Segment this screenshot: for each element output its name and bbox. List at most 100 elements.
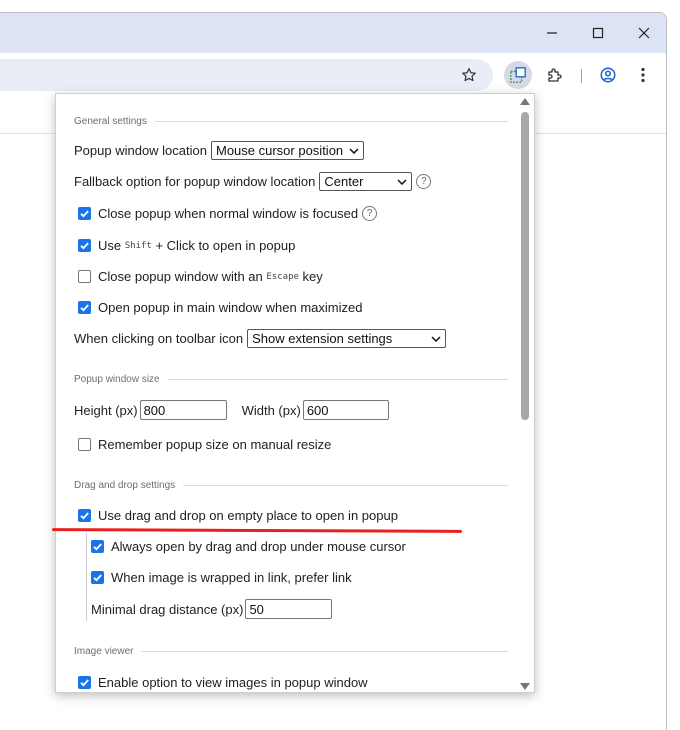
checkmark-icon [80, 210, 89, 218]
popup-location-value: Mouse cursor position [215, 143, 344, 158]
title-bar [0, 13, 666, 53]
height-input[interactable]: 800 [139, 400, 227, 420]
general-settings-heading: General settings [74, 116, 508, 127]
section-title: Popup window size [74, 374, 160, 385]
browser-toolbar [0, 53, 666, 97]
extensions-button[interactable] [541, 61, 569, 89]
toolbar-click-value: Show extension settings [252, 331, 393, 346]
width-label: Width (px) [241, 402, 301, 418]
popup-size-heading: Popup window size [74, 374, 508, 385]
toolbar-click-select[interactable]: Show extension settings [247, 329, 447, 348]
enable-viewer-checkbox[interactable] [78, 676, 91, 689]
min-distance-input[interactable]: 50 [245, 599, 333, 619]
section-title: Image viewer [74, 646, 134, 657]
remember-size-checkbox[interactable] [78, 438, 91, 451]
escape-close-label-pre: Close popup window with an [98, 269, 263, 284]
fallback-location-value: Center [324, 174, 364, 189]
close-icon [638, 27, 650, 39]
use-dnd-row: Use drag and drop on empty place to open… [78, 508, 398, 523]
settings-content: General settings Popup window location M… [56, 94, 518, 692]
always-cursor-label: Always open by drag and drop under mouse… [111, 539, 406, 554]
escape-close-checkbox[interactable] [78, 270, 91, 283]
divider [167, 379, 508, 380]
section-title: Drag and drop settings [74, 480, 176, 491]
minimize-icon [547, 32, 557, 34]
divider [141, 651, 508, 652]
use-dnd-label: Use drag and drop on empty place to open… [98, 508, 398, 523]
menu-icon [641, 67, 645, 83]
popup-location-row: Popup window location Mouse cursor posit… [74, 141, 364, 160]
escape-close-label-post: key [302, 269, 323, 284]
scroll-up-icon[interactable] [520, 98, 530, 105]
close-button[interactable] [621, 13, 666, 53]
maximize-button[interactable] [575, 13, 621, 53]
prefer-link-checkbox[interactable] [91, 571, 104, 584]
remember-size-label: Remember popup size on manual resize [98, 437, 332, 452]
shift-click-label-post: + Click to open in popup [155, 238, 296, 253]
escape-key: Escape [266, 271, 299, 282]
fallback-location-select[interactable]: Center [319, 172, 413, 191]
prefer-link-label: When image is wrapped in link, prefer li… [111, 570, 352, 585]
checkmark-icon [80, 679, 89, 687]
chevron-down-icon [431, 335, 441, 342]
shift-click-row: Use Shift + Click to open in popup [78, 238, 295, 253]
close-on-focus-row: Close popup when normal window is focuse… [78, 206, 378, 221]
divider [154, 121, 508, 122]
open-main-row: Open popup in main window when maximized [78, 300, 362, 315]
drag-drop-heading: Drag and drop settings [74, 480, 508, 491]
browser-menu-button[interactable] [629, 61, 657, 89]
checkmark-icon [80, 512, 89, 520]
popup-location-label: Popup window location [74, 143, 207, 158]
size-row: Height (px) 800 Width (px) 600 [74, 400, 389, 420]
toolbar-click-row: When clicking on toolbar icon Show exten… [74, 329, 447, 348]
address-bar[interactable] [0, 59, 493, 91]
scroll-down-icon[interactable] [520, 683, 530, 690]
star-icon [462, 68, 476, 82]
profile-button[interactable] [594, 61, 622, 89]
bookmark-star-button[interactable] [455, 61, 483, 89]
profile-icon [600, 67, 616, 83]
toolbar-separator [581, 69, 582, 83]
open-main-checkbox[interactable] [78, 301, 91, 314]
section-title: General settings [74, 116, 147, 127]
always-cursor-checkbox[interactable] [91, 540, 104, 553]
help-icon[interactable]: ? [362, 206, 378, 221]
scrollbar[interactable] [516, 94, 534, 692]
checkmark-icon [80, 304, 89, 312]
use-dnd-checkbox[interactable] [78, 509, 91, 522]
fallback-location-label: Fallback option for popup window locatio… [74, 174, 316, 189]
width-input[interactable]: 600 [302, 400, 389, 420]
shift-key: Shift [124, 240, 152, 251]
chevron-down-icon [397, 178, 407, 185]
enable-viewer-label: Enable option to view images in popup wi… [98, 675, 368, 690]
shift-click-checkbox[interactable] [78, 239, 91, 252]
close-on-focus-checkbox[interactable] [78, 207, 91, 220]
indent-guide [86, 533, 87, 621]
checkmark-icon [93, 543, 102, 551]
close-on-focus-label: Close popup when normal window is focuse… [98, 206, 359, 221]
image-viewer-heading: Image viewer [74, 646, 508, 657]
height-label: Height (px) [74, 402, 138, 418]
extension-popup-button[interactable] [504, 61, 532, 89]
toolbar-click-label: When clicking on toolbar icon [74, 331, 244, 346]
min-distance-row: Minimal drag distance (px) 50 [91, 599, 333, 619]
min-distance-label: Minimal drag distance (px) [91, 601, 244, 617]
extension-popup-icon [510, 67, 526, 83]
minimize-button[interactable] [529, 13, 575, 53]
remember-size-row: Remember popup size on manual resize [78, 437, 331, 452]
popup-location-select[interactable]: Mouse cursor position [210, 141, 364, 160]
chevron-down-icon [349, 147, 359, 154]
help-icon[interactable]: ? [416, 174, 432, 189]
fallback-location-row: Fallback option for popup window locatio… [74, 172, 432, 191]
shift-click-label-pre: Use [98, 238, 122, 253]
always-cursor-row: Always open by drag and drop under mouse… [91, 539, 406, 554]
maximize-icon [592, 27, 604, 39]
divider [183, 485, 508, 486]
scroll-thumb[interactable] [521, 112, 529, 420]
puzzle-icon [548, 68, 562, 82]
open-main-label: Open popup in main window when maximized [98, 300, 363, 315]
prefer-link-row: When image is wrapped in link, prefer li… [91, 570, 352, 585]
enable-viewer-row: Enable option to view images in popup wi… [78, 675, 368, 690]
escape-close-row: Close popup window with an Escape key [78, 269, 323, 284]
extension-settings-popup: General settings Popup window location M… [55, 93, 535, 693]
